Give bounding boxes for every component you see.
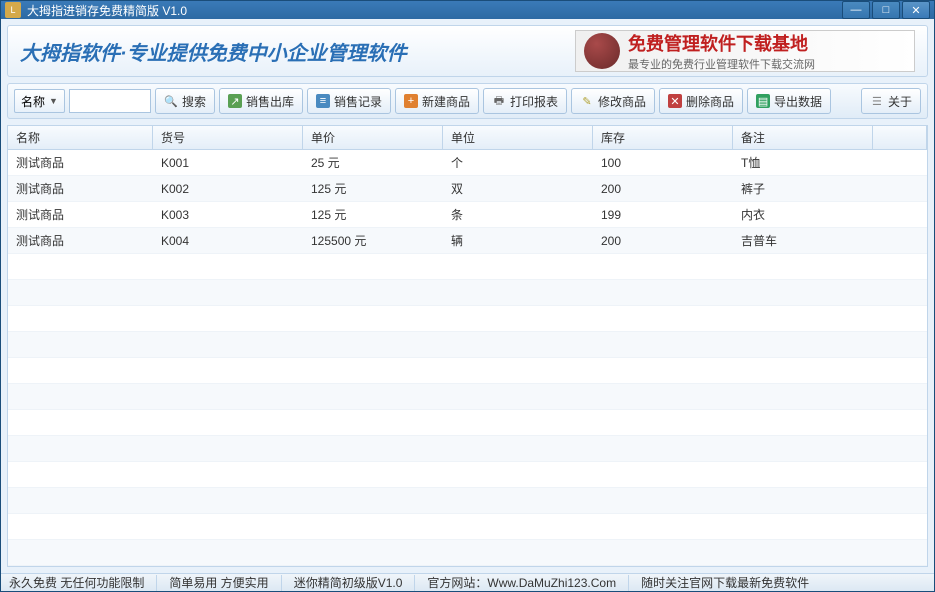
cell-price: 125 元 (303, 176, 443, 201)
cell-note: 内衣 (733, 202, 873, 227)
cell-stock: 200 (593, 176, 733, 201)
grid-body[interactable]: 测试商品K00125 元个100T恤测试商品K002125 元双200裤子测试商… (8, 150, 927, 566)
cell-code: K002 (153, 176, 303, 201)
col-unit[interactable]: 单位 (443, 126, 593, 149)
cell-unit: 双 (443, 176, 593, 201)
printer-icon: 🖶 (492, 94, 506, 108)
empty-row (8, 384, 927, 410)
cell-name: 测试商品 (8, 150, 153, 175)
col-code[interactable]: 货号 (153, 126, 303, 149)
cell-stock: 200 (593, 228, 733, 253)
empty-row (8, 332, 927, 358)
empty-row (8, 410, 927, 436)
delete-button[interactable]: ✕ 删除商品 (659, 88, 743, 114)
col-price[interactable]: 单价 (303, 126, 443, 149)
status-3: 迷你精简初级版V1.0 (294, 574, 403, 591)
cell-name: 测试商品 (8, 176, 153, 201)
chevron-down-icon: ▼ (49, 96, 58, 106)
info-icon: ☰ (870, 94, 884, 108)
export-icon: ▤ (756, 94, 770, 108)
app-icon: L (5, 2, 21, 18)
sale-out-button[interactable]: ↗ 销售出库 (219, 88, 303, 114)
cell-price: 25 元 (303, 150, 443, 175)
cell-name: 测试商品 (8, 228, 153, 253)
cell-name: 测试商品 (8, 202, 153, 227)
app-window: L 大拇指进销存免费精简版 V1.0 — □ ✕ 大拇指软件·专业提供免费中小企… (0, 0, 935, 592)
status-1: 永久免费 无任何功能限制 (9, 574, 144, 591)
cell-stock: 199 (593, 202, 733, 227)
maximize-button[interactable]: □ (872, 1, 900, 19)
empty-row (8, 488, 927, 514)
banner: 大拇指软件·专业提供免费中小企业管理软件 免费管理软件下载基地 最专业的免费行业… (7, 25, 928, 77)
toolbar: 名称 ▼ 🔍 搜索 ↗ 销售出库 ≡ 销售记录 + 新建商品 🖶 (7, 83, 928, 119)
cell-price: 125 元 (303, 202, 443, 227)
search-button[interactable]: 🔍 搜索 (155, 88, 215, 114)
cell-unit: 辆 (443, 228, 593, 253)
data-grid: 名称 货号 单价 单位 库存 备注 测试商品K00125 元个100T恤测试商品… (7, 125, 928, 567)
globe-icon (584, 33, 620, 69)
cell-code: K001 (153, 150, 303, 175)
empty-row (8, 436, 927, 462)
col-name[interactable]: 名称 (8, 126, 153, 149)
cell-note: 吉普车 (733, 228, 873, 253)
empty-row (8, 358, 927, 384)
empty-row (8, 306, 927, 332)
edit-button[interactable]: ✎ 修改商品 (571, 88, 655, 114)
cell-code: K004 (153, 228, 303, 253)
grid-header: 名称 货号 单价 单位 库存 备注 (8, 126, 927, 150)
status-4: 官方网站：Www.DaMuZhi123.Com (427, 574, 616, 591)
col-spacer (873, 126, 927, 149)
table-row[interactable]: 测试商品K004125500 元辆200吉普车 (8, 228, 927, 254)
cell-price: 125500 元 (303, 228, 443, 253)
sale-record-button[interactable]: ≡ 销售记录 (307, 88, 391, 114)
filter-select[interactable]: 名称 ▼ (14, 89, 65, 113)
ad-title: 免费管理软件下载基地 (628, 30, 815, 56)
ad-banner[interactable]: 免费管理软件下载基地 最专业的免费行业管理软件下载交流网 (575, 30, 915, 72)
table-row[interactable]: 测试商品K003125 元条199内衣 (8, 202, 927, 228)
col-note[interactable]: 备注 (733, 126, 873, 149)
table-row[interactable]: 测试商品K002125 元双200裤子 (8, 176, 927, 202)
slogan-text: 大拇指软件·专业提供免费中小企业管理软件 (20, 37, 407, 66)
search-icon: 🔍 (164, 94, 178, 108)
pencil-icon: ✎ (580, 94, 594, 108)
empty-row (8, 514, 927, 540)
search-input[interactable] (69, 89, 151, 113)
arrow-out-icon: ↗ (228, 94, 242, 108)
window-title: 大拇指进销存免费精简版 V1.0 (27, 2, 842, 19)
cell-unit: 个 (443, 150, 593, 175)
close-button[interactable]: ✕ (902, 1, 930, 19)
plus-icon: + (404, 94, 418, 108)
new-item-button[interactable]: + 新建商品 (395, 88, 479, 114)
minimize-button[interactable]: — (842, 1, 870, 19)
trash-icon: ✕ (668, 94, 682, 108)
titlebar[interactable]: L 大拇指进销存免费精简版 V1.0 — □ ✕ (1, 1, 934, 19)
cell-stock: 100 (593, 150, 733, 175)
list-icon: ≡ (316, 94, 330, 108)
cell-code: K003 (153, 202, 303, 227)
empty-row (8, 254, 927, 280)
statusbar: 永久免费 无任何功能限制 简单易用 方便实用 迷你精简初级版V1.0 官方网站：… (1, 573, 934, 591)
cell-note: 裤子 (733, 176, 873, 201)
table-row[interactable]: 测试商品K00125 元个100T恤 (8, 150, 927, 176)
empty-row (8, 540, 927, 566)
empty-row (8, 462, 927, 488)
about-button[interactable]: ☰ 关于 (861, 88, 921, 114)
status-2: 简单易用 方便实用 (169, 574, 268, 591)
content-area: 大拇指软件·专业提供免费中小企业管理软件 免费管理软件下载基地 最专业的免费行业… (1, 19, 934, 573)
export-button[interactable]: ▤ 导出数据 (747, 88, 831, 114)
cell-unit: 条 (443, 202, 593, 227)
cell-note: T恤 (733, 150, 873, 175)
status-5: 随时关注官网下载最新免费软件 (641, 574, 809, 591)
print-button[interactable]: 🖶 打印报表 (483, 88, 567, 114)
col-stock[interactable]: 库存 (593, 126, 733, 149)
empty-row (8, 280, 927, 306)
ad-subtitle: 最专业的免费行业管理软件下载交流网 (628, 56, 815, 72)
filter-label: 名称 (21, 93, 45, 110)
